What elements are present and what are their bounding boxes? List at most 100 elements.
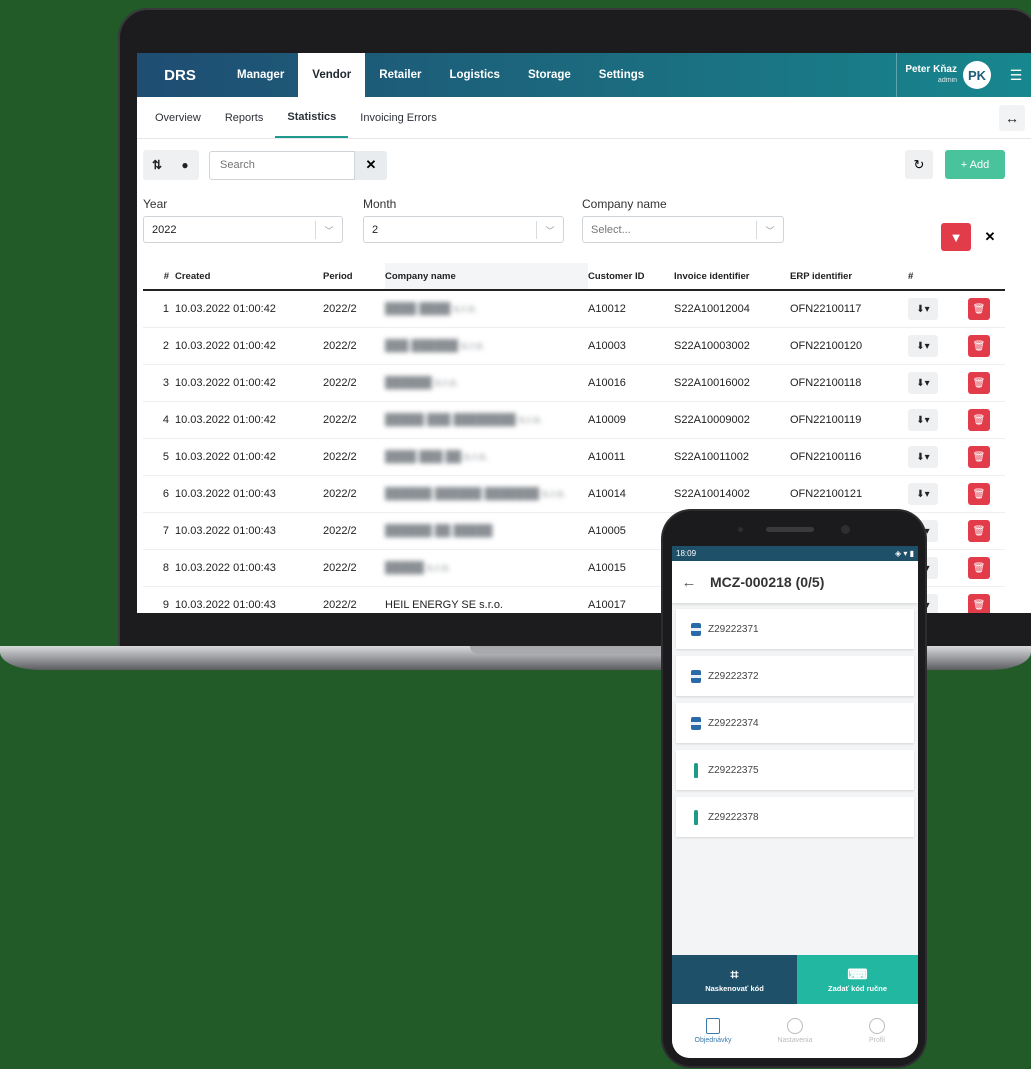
phone-sensor: [738, 527, 743, 532]
search-clear-icon[interactable]: ✕: [355, 150, 387, 180]
clear-filter-icon[interactable]: ✕: [977, 223, 1003, 251]
trash-icon[interactable]: 🗑: [968, 372, 990, 394]
nav-retailer[interactable]: Retailer: [365, 53, 435, 97]
row-company: ████ ███ ██ s.r.o.: [385, 451, 489, 463]
expand-width-icon[interactable]: ↔: [999, 105, 1025, 131]
col-created[interactable]: Created: [175, 271, 323, 282]
can-icon: [691, 622, 701, 636]
col-company[interactable]: Company name: [385, 263, 588, 289]
trash-icon[interactable]: 🗑: [968, 557, 990, 579]
tab-overview[interactable]: Overview: [137, 97, 213, 138]
container-icon: [690, 809, 702, 825]
brand-logo[interactable]: DRS: [137, 67, 223, 84]
col-invoice-id[interactable]: Invoice identifier: [674, 271, 790, 282]
row-index: 9: [162, 599, 169, 611]
container-icon: [690, 622, 702, 636]
filter-year-label: Year: [143, 197, 168, 211]
chevron-down-icon: ﹀: [536, 221, 563, 239]
sort-icon[interactable]: ⇅: [143, 158, 171, 172]
row-created: 10.03.2022 01:00:43: [175, 488, 276, 500]
row-period: 2022/2: [323, 525, 357, 537]
row-customer-id: A10015: [588, 562, 626, 574]
trash-icon[interactable]: 🗑: [968, 520, 990, 542]
year-select[interactable]: 2022 ﹀: [143, 216, 343, 243]
table-row[interactable]: 4 10.03.2022 01:00:42 2022/2 █████ ███ █…: [143, 402, 1005, 439]
tab-invoicing-errors[interactable]: Invoicing Errors: [348, 97, 448, 138]
trash-icon[interactable]: 🗑: [968, 483, 990, 505]
row-company: ██████ s.r.o.: [385, 377, 459, 389]
tab-reports[interactable]: Reports: [213, 97, 276, 138]
trash-icon[interactable]: 🗑: [968, 335, 990, 357]
nav-settings[interactable]: Settings: [585, 53, 658, 97]
company-placeholder: Select...: [591, 223, 631, 236]
row-created: 10.03.2022 01:00:42: [175, 340, 276, 352]
code-list-item[interactable]: Z29222372: [676, 656, 914, 696]
code-label: Z29222378: [708, 811, 759, 823]
container-icon: [690, 669, 702, 683]
filter-company: Company name Select... ﹀: [582, 197, 784, 243]
download-icon[interactable]: ⬇▾: [908, 372, 938, 394]
nav-logistics[interactable]: Logistics: [435, 53, 513, 97]
company-select[interactable]: Select... ﹀: [582, 216, 784, 243]
code-list-item[interactable]: Z29222378: [676, 797, 914, 837]
row-period: 2022/2: [323, 488, 357, 500]
search-box: ✕: [209, 150, 387, 180]
trash-icon[interactable]: 🗑: [968, 594, 990, 613]
download-icon[interactable]: ⬇▾: [908, 483, 938, 505]
bottle-icon: [694, 809, 698, 825]
hamburger-menu-icon[interactable]: ☰: [1003, 67, 1029, 84]
code-list-item[interactable]: Z29222371: [676, 609, 914, 649]
phone-screen: 18:09 ◈ ▾ ▮ ← MCZ-000218 (0/5) Z29222371…: [672, 546, 918, 1058]
row-invoice-id: S22A10012004: [674, 303, 750, 315]
row-company: ████ ████ s.r.o.: [385, 303, 478, 315]
month-select[interactable]: 2 ﹀: [363, 216, 564, 243]
trash-icon[interactable]: 🗑: [968, 409, 990, 431]
scan-code-button[interactable]: ⌗ Naskenovať kód: [672, 955, 797, 1004]
nav-manager[interactable]: Manager: [223, 53, 298, 97]
add-button[interactable]: + Add: [945, 150, 1005, 179]
user-name: Peter Kňaz: [905, 64, 957, 75]
row-period: 2022/2: [323, 451, 357, 463]
row-company: ███ ██████ s.r.o.: [385, 340, 486, 352]
table-row[interactable]: 1 10.03.2022 01:00:42 2022/2 ████ ████ s…: [143, 291, 1005, 328]
manual-code-button[interactable]: ⌨ Zadať kód ručne: [797, 955, 918, 1004]
bottom-nav-orders[interactable]: Objednávky: [672, 1004, 754, 1058]
bottom-nav-profile[interactable]: Profil: [836, 1004, 918, 1058]
order-title: MCZ-000218 (0/5): [710, 574, 825, 590]
refresh-icon[interactable]: ↻: [905, 150, 933, 179]
row-erp-id: OFN22100120: [790, 340, 863, 352]
code-label: Z29222372: [708, 670, 759, 682]
trash-icon[interactable]: 🗑: [968, 446, 990, 468]
can-icon: [691, 716, 701, 730]
table-row[interactable]: 2 10.03.2022 01:00:42 2022/2 ███ ██████ …: [143, 328, 1005, 365]
bottom-nav-settings[interactable]: Nastavenia: [754, 1004, 836, 1058]
trash-icon[interactable]: 🗑: [968, 298, 990, 320]
avatar[interactable]: PK: [963, 61, 991, 89]
nav-storage[interactable]: Storage: [514, 53, 585, 97]
table-row[interactable]: 6 10.03.2022 01:00:43 2022/2 ██████ ████…: [143, 476, 1005, 513]
row-created: 10.03.2022 01:00:43: [175, 599, 276, 611]
apply-filter-icon[interactable]: ▼: [941, 223, 971, 251]
clock-icon[interactable]: ●: [171, 158, 199, 172]
sub-tabs: Overview Reports Statistics Invoicing Er…: [137, 97, 1031, 139]
row-erp-id: OFN22100117: [790, 303, 862, 315]
code-list-item[interactable]: Z29222375: [676, 750, 914, 790]
code-list: Z29222371 Z29222372 Z29222374 Z29222375 …: [672, 603, 918, 837]
col-erp-id[interactable]: ERP identifier: [790, 271, 908, 282]
col-period[interactable]: Period: [323, 271, 385, 282]
back-arrow-icon[interactable]: ←: [672, 574, 706, 591]
table-row[interactable]: 5 10.03.2022 01:00:42 2022/2 ████ ███ ██…: [143, 439, 1005, 476]
filter-month-label: Month: [363, 197, 397, 211]
download-icon[interactable]: ⬇▾: [908, 446, 938, 468]
download-icon[interactable]: ⬇▾: [908, 409, 938, 431]
download-icon[interactable]: ⬇▾: [908, 298, 938, 320]
search-input[interactable]: [209, 150, 355, 180]
user-menu[interactable]: Peter Kňaz admin PK ☰: [896, 53, 1031, 97]
table-row[interactable]: 3 10.03.2022 01:00:42 2022/2 ██████ s.r.…: [143, 365, 1005, 402]
nav-vendor[interactable]: Vendor: [298, 53, 366, 97]
col-customer-id[interactable]: Customer ID: [588, 271, 674, 282]
download-icon[interactable]: ⬇▾: [908, 335, 938, 357]
code-list-item[interactable]: Z29222374: [676, 703, 914, 743]
code-label: Z29222375: [708, 764, 759, 776]
tab-statistics[interactable]: Statistics: [275, 97, 349, 138]
